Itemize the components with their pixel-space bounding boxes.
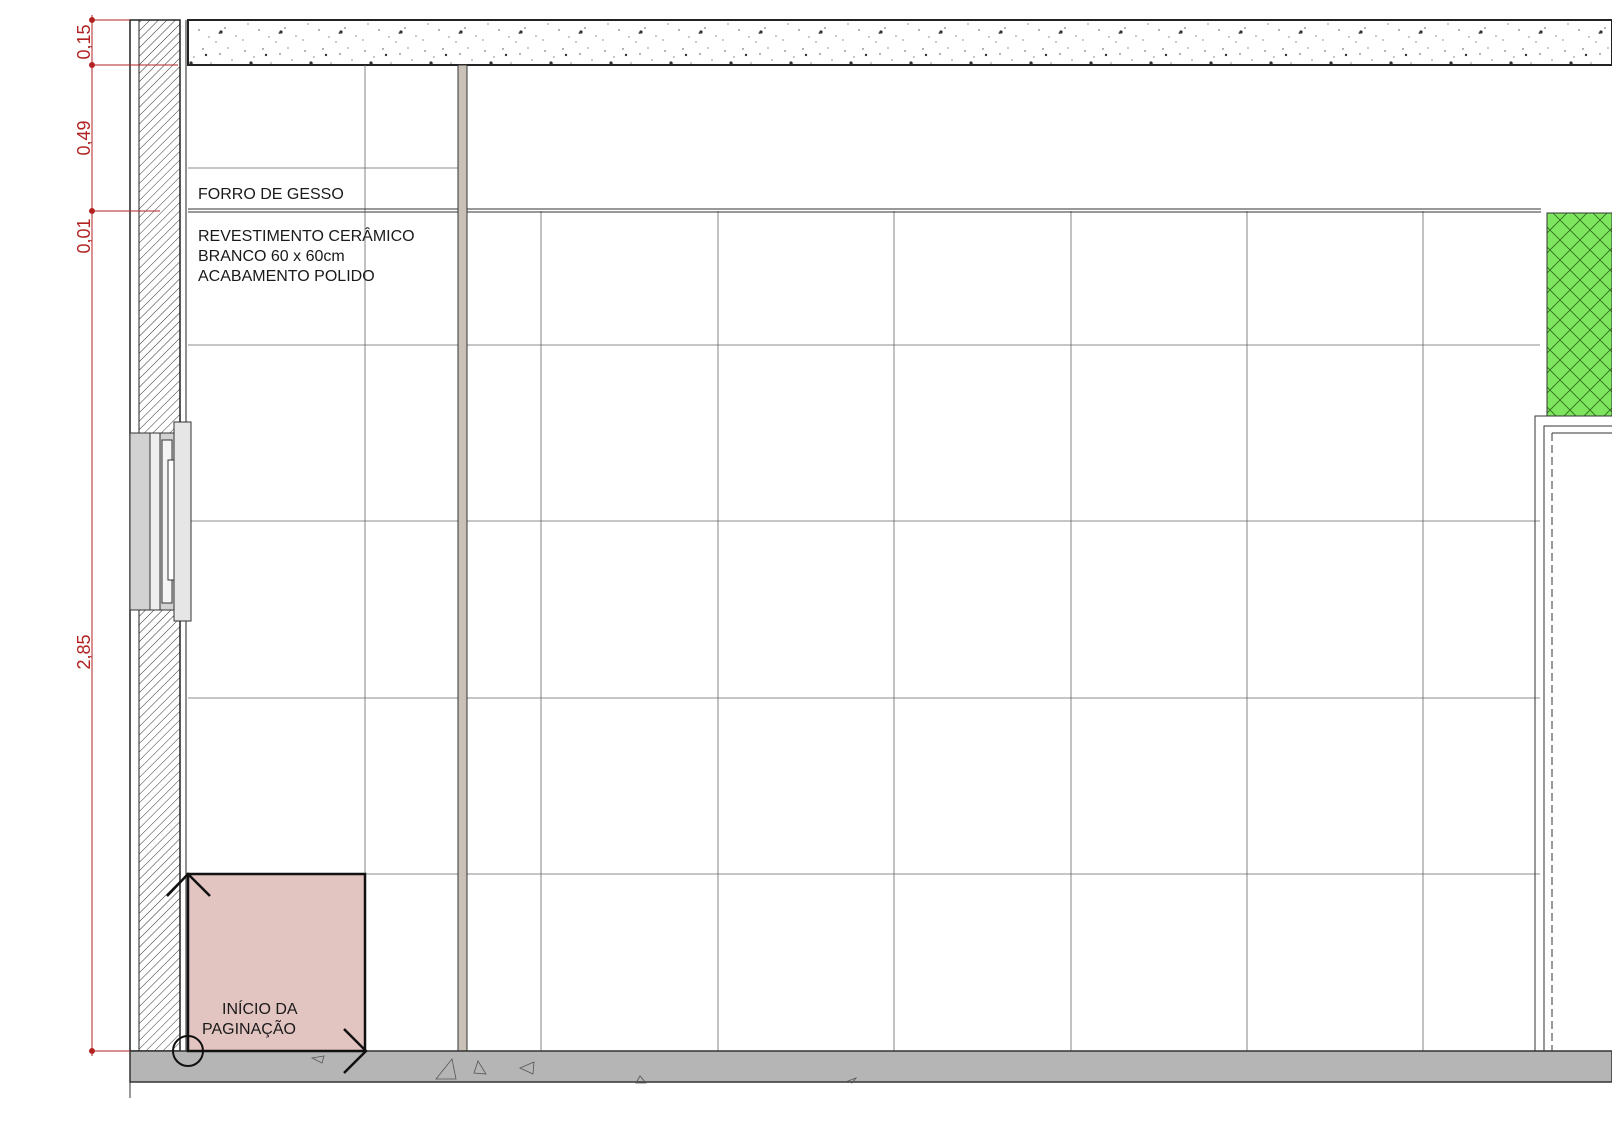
concrete-slab [187,19,1612,66]
column [457,64,468,1052]
door-frame [1534,415,1612,1051]
plaster-ceiling-line [188,208,1541,213]
label-finish-line-2: BRANCO 60 x 60cm [198,248,345,265]
tile-grid [188,65,1540,1051]
wall-opening [129,421,192,622]
dimension-wall-height: 2,85 [74,634,94,669]
dimension-plenum: 0,49 [74,120,94,155]
label-finish-line-1: REVESTIMENTO CERÂMICO [198,226,415,245]
label-start-line-2: PAGINAÇÃO [202,1018,296,1038]
label-start-line-1: INÍCIO DA [222,999,298,1018]
label-ceiling: FORRO DE GESSO [198,186,344,203]
floor-strip [129,1050,1612,1083]
dimension-slab: 0,15 [74,24,94,59]
label-finish-line-3: ACABAMENTO POLIDO [198,268,375,285]
green-panel [1546,212,1612,417]
dimension-ceiling: 0,01 [74,218,94,253]
elevation-drawing: 0,15 0,49 0,01 2,85 FORRO DE GESSO REVES… [74,15,1612,1098]
